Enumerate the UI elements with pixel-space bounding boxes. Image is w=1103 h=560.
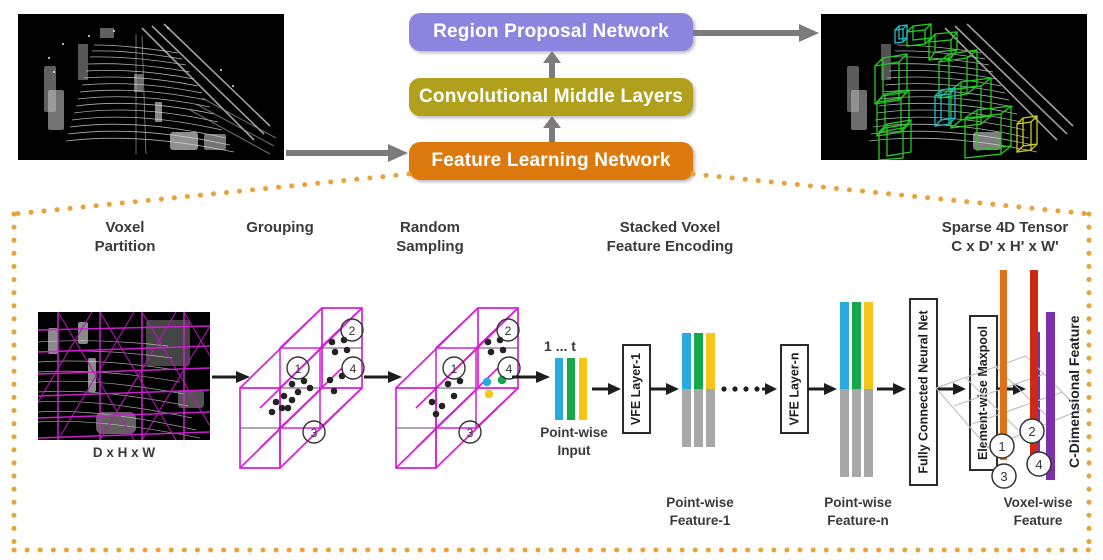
input-point-cloud: [18, 14, 284, 160]
diagram-canvas: Region Proposal Network Convolutional Mi…: [0, 0, 1103, 560]
tensor-column-1: [1000, 270, 1007, 460]
caption-pointwise-input: Point-wise Input: [540, 425, 608, 458]
arrow-input-to-vfe1: [592, 383, 621, 395]
pointwise-feature1-bar-yellow-gray: [706, 389, 715, 447]
pointwise-input-bar-green: [567, 358, 575, 420]
pointwise-feature1-bar-green: [694, 333, 703, 389]
arrow-vfe1-to-feature1: [650, 383, 679, 395]
stage-title-stacked-vfe: Stacked Voxel Feature Encoding: [606, 219, 734, 256]
arrow-fln-to-cml: [543, 116, 561, 143]
arrow-vfen-to-featuren: [808, 383, 837, 395]
svg-text:1: 1: [998, 439, 1005, 454]
svg-text:1: 1: [295, 362, 302, 376]
svg-text:4: 4: [350, 362, 357, 376]
ellipsis-arrow-feature1-to-vfen: [721, 383, 777, 395]
svg-text:3: 3: [1000, 469, 1007, 484]
pointwise-feature1-bar-cyan: [682, 333, 691, 389]
stage-title-sparse-tensor: Sparse 4D Tensor C x D' x H' x W': [941, 219, 1069, 256]
caption-voxel-dims: D x H x W: [92, 445, 156, 460]
stage-title-random-sampling: Random Sampling: [396, 219, 464, 256]
svg-text:3: 3: [311, 426, 318, 440]
pointwise-input-bar-cyan: [555, 358, 563, 420]
pointwise-feature1-bar-yellow: [706, 333, 715, 389]
pointwise-featuren-bar-green: [852, 302, 861, 389]
pointwise-input-bar-yellow: [579, 358, 587, 420]
box-region-proposal-network[interactable]: Region Proposal Network: [409, 13, 693, 51]
grouping-voxel-prism: 1 2 3 4: [239, 307, 365, 469]
pointwise-featuren-bar-cyan: [840, 302, 849, 389]
caption-pointwise-feature-1: Point-wise Feature-1: [666, 495, 734, 528]
svg-text:2: 2: [505, 324, 512, 338]
svg-text:2: 2: [349, 324, 356, 338]
svg-text:2: 2: [1028, 424, 1035, 439]
detection-result-point-cloud: [821, 14, 1087, 160]
stage-title-grouping: Grouping: [246, 219, 314, 236]
svg-text:1: 1: [451, 362, 458, 376]
module-vfe-layer-1[interactable]: VFE Layer-1: [622, 344, 651, 434]
svg-text:4: 4: [1035, 457, 1042, 472]
arrow-cml-to-rpn: [543, 51, 561, 78]
voxel-partition-image: [38, 312, 210, 440]
label-index-range: 1 ... t: [544, 338, 576, 354]
stage-title-voxel-partition: Voxel Partition: [94, 219, 156, 256]
pointwise-featuren-bar-green-gray: [852, 389, 861, 477]
box-convolutional-middle-layers[interactable]: Convolutional Middle Layers: [409, 78, 693, 116]
pointwise-feature1-bar-green-gray: [694, 389, 703, 447]
module-fcn-label: Fully Connected Neural Net: [916, 310, 931, 474]
arrow-featuren-to-fcn: [877, 383, 906, 395]
arrow-sampling-to-pointwise-input: [512, 371, 550, 383]
module-vfe-layer-n[interactable]: VFE Layer-n: [780, 344, 809, 434]
arrow-input-to-fln: [286, 144, 408, 162]
pointwise-featuren-bar-cyan-gray: [840, 389, 849, 477]
module-vfe-layer-1-label: VFE Layer-1: [629, 352, 644, 426]
random-sampling-voxel-prism: 12 34: [395, 307, 521, 469]
pointwise-featuren-bar-yellow: [864, 302, 873, 389]
label-c-dimensional-feature: C-Dimensional Feature: [1066, 315, 1082, 468]
module-vfe-layer-n-label: VFE Layer-n: [787, 352, 802, 426]
caption-pointwise-feature-n: Point-wise Feature-n: [824, 495, 892, 528]
arrow-rpn-to-output: [693, 24, 819, 42]
pointwise-feature1-bar-cyan-gray: [682, 389, 691, 447]
pointwise-featuren-bar-yellow-gray: [864, 389, 873, 477]
svg-text:3: 3: [467, 426, 474, 440]
